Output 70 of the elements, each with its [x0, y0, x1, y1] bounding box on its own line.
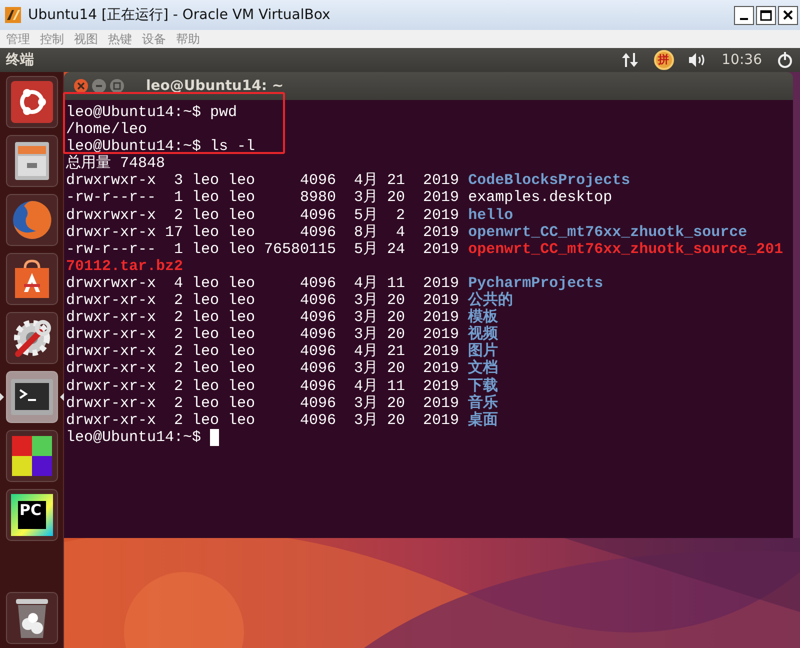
virtualbox-icon	[4, 6, 22, 24]
file-name: 桌面	[468, 412, 498, 429]
command-text: pwd	[210, 104, 238, 122]
blocks-icon	[10, 434, 54, 478]
file-name: 视频	[468, 326, 498, 344]
file-name: PycharmProjects	[468, 274, 604, 292]
terminal-title: leo@Ubuntu14: ~	[146, 76, 284, 96]
launcher-item[interactable]	[6, 135, 58, 187]
launcher-item[interactable]	[6, 430, 58, 482]
file-name: 图片	[468, 343, 498, 360]
output-text: 总用量 74848	[66, 155, 166, 172]
network-icon[interactable]	[620, 51, 640, 69]
file-name: 下载	[468, 378, 498, 394]
file-info: drwxr-xr-x 2 leo leo 4096 3月 20 2019	[66, 326, 460, 344]
file-name: examples.desktop	[468, 189, 612, 207]
file-info: -rw-r--r-- 1 leo leo 8980 3月 20 2019	[66, 189, 460, 207]
file-name: hello	[468, 206, 514, 224]
maximize-icon	[113, 82, 121, 90]
file-info: drwxr-xr-x 2 leo leo 4096 3月 20 2019	[66, 394, 460, 412]
clock[interactable]: 10:36	[722, 50, 762, 70]
file-info: drwxr-xr-x 2 leo leo 4096 4月 21 2019	[66, 343, 460, 360]
output-text: /home/leo	[66, 121, 148, 138]
file-name: openwrt_CC_mt76xx_zhuotk_source	[468, 224, 748, 241]
file-name: 音乐	[468, 394, 498, 412]
launcher-item[interactable]	[6, 312, 58, 364]
file-name: 文档	[468, 360, 498, 378]
window-title: Ubuntu14 [正在运行] - Oracle VM VirtualBox	[28, 6, 330, 24]
menu-item[interactable]: 管理	[6, 30, 30, 48]
file-info: drwxr-xr-x 2 leo leo 4096 3月 20 2019	[66, 360, 460, 378]
power-icon[interactable]	[776, 51, 794, 69]
menu-item[interactable]: 视图	[74, 30, 98, 48]
launcher-item[interactable]	[6, 253, 58, 305]
file-name: 公共的	[468, 292, 514, 310]
file-info: drwxr-xr-x 2 leo leo 4096 3月 20 2019	[66, 292, 460, 310]
file-info: drwxrwxr-x 4 leo leo 4096 4月 11 2019	[66, 274, 460, 292]
file-name: 70112.tar.bz2	[66, 258, 184, 275]
maximize-button[interactable]	[756, 6, 776, 24]
file-info: drwxr-xr-x 2 leo leo 4096 3月 20 2019	[66, 309, 460, 326]
file-name: CodeBlocksProjects	[468, 172, 630, 190]
launcher-item[interactable]	[6, 76, 58, 128]
minimize-button[interactable]	[734, 6, 754, 24]
menu-item[interactable]: 控制	[40, 30, 64, 48]
menu-item[interactable]: 设备	[142, 30, 166, 48]
ubuntu-logo-icon	[10, 81, 52, 123]
pointer-icon	[0, 392, 4, 402]
file-name: 模板	[468, 309, 498, 326]
minimize-icon	[740, 18, 748, 20]
file-info: -rw-r--r-- 1 leo leo 76580115 5月 24 2019	[66, 240, 460, 258]
launcher-item[interactable]	[6, 592, 58, 644]
command-text: ls -l	[210, 138, 256, 156]
file-info: drwxrwxr-x 2 leo leo 4096 5月 2 2019	[66, 206, 460, 224]
close-button[interactable]	[778, 6, 798, 24]
prompt: leo@Ubuntu14:~$	[66, 428, 202, 446]
menu-item[interactable]: 热键	[108, 30, 132, 48]
prompt: leo@Ubuntu14:~$	[66, 104, 202, 122]
close-icon	[783, 10, 793, 20]
prompt: leo@Ubuntu14:~$	[66, 138, 202, 156]
terminal-icon	[10, 378, 54, 416]
close-icon	[77, 82, 85, 90]
file-info: drwxr-xr-x 2 leo leo 4096 4月 11 2019	[66, 378, 460, 395]
file-info: drwxrwxr-x 3 leo leo 4096 4月 21 2019	[66, 172, 460, 190]
file-info: drwxr-xr-x 2 leo leo 4096 3月 20 2019	[66, 412, 460, 429]
app-title: 终端	[6, 50, 34, 70]
maximize-icon	[760, 10, 772, 20]
menu-item[interactable]: 帮助	[176, 30, 200, 48]
launcher-item[interactable]	[6, 371, 58, 423]
file-name: openwrt_CC_mt76xx_zhuotk_source_201	[468, 240, 784, 258]
input-method-icon[interactable]: 拼	[654, 50, 674, 70]
file-info: drwxr-xr-x 17 leo leo 4096 8月 4 2019	[66, 224, 460, 241]
minimize-icon	[95, 82, 103, 90]
